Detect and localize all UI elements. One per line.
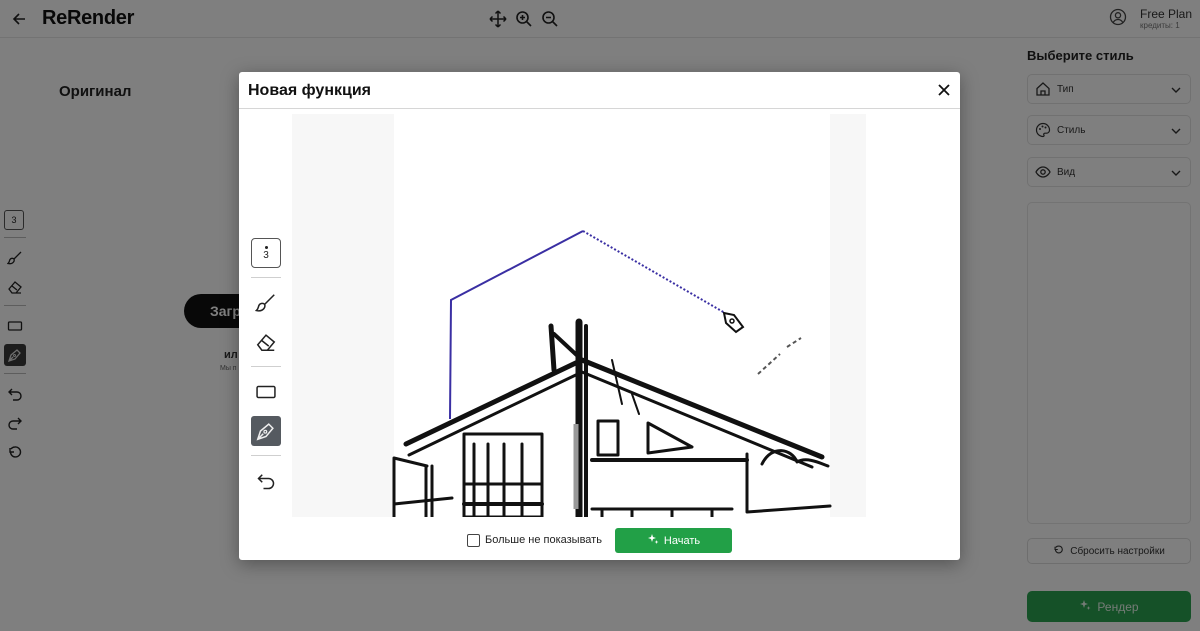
brush-size-dot: [264, 246, 268, 249]
house-sketch-image: [292, 114, 866, 517]
toolbar-divider: [251, 455, 281, 456]
brush-icon[interactable]: [251, 288, 281, 318]
start-button-label: Начать: [663, 534, 701, 547]
sketch-canvas[interactable]: [292, 114, 866, 517]
modal-title: Новая функция: [248, 82, 371, 99]
dont-show-again-checkbox[interactable]: [467, 534, 480, 547]
dont-show-again-label[interactable]: Больше не показывать: [485, 534, 602, 546]
new-feature-modal: Новая функция 3 Больше не показывать Нач…: [239, 72, 960, 560]
brush-size-badge[interactable]: 3: [251, 238, 281, 268]
pen-icon[interactable]: [251, 416, 281, 446]
start-button[interactable]: Начать: [615, 528, 732, 553]
brush-size-indicator: 3: [263, 246, 269, 261]
rectangle-icon[interactable]: [251, 377, 281, 407]
modal-toolbar: 3: [251, 238, 281, 505]
sparkle-icon: [647, 533, 659, 548]
modal-footer: Больше не показывать Начать: [239, 527, 960, 557]
toolbar-divider: [251, 277, 281, 278]
undo-icon[interactable]: [251, 466, 281, 496]
modal-header: Новая функция: [239, 72, 960, 109]
close-icon[interactable]: [937, 83, 951, 97]
brush-size-value: 3: [263, 250, 269, 261]
eraser-icon[interactable]: [251, 327, 281, 357]
toolbar-divider: [251, 366, 281, 367]
